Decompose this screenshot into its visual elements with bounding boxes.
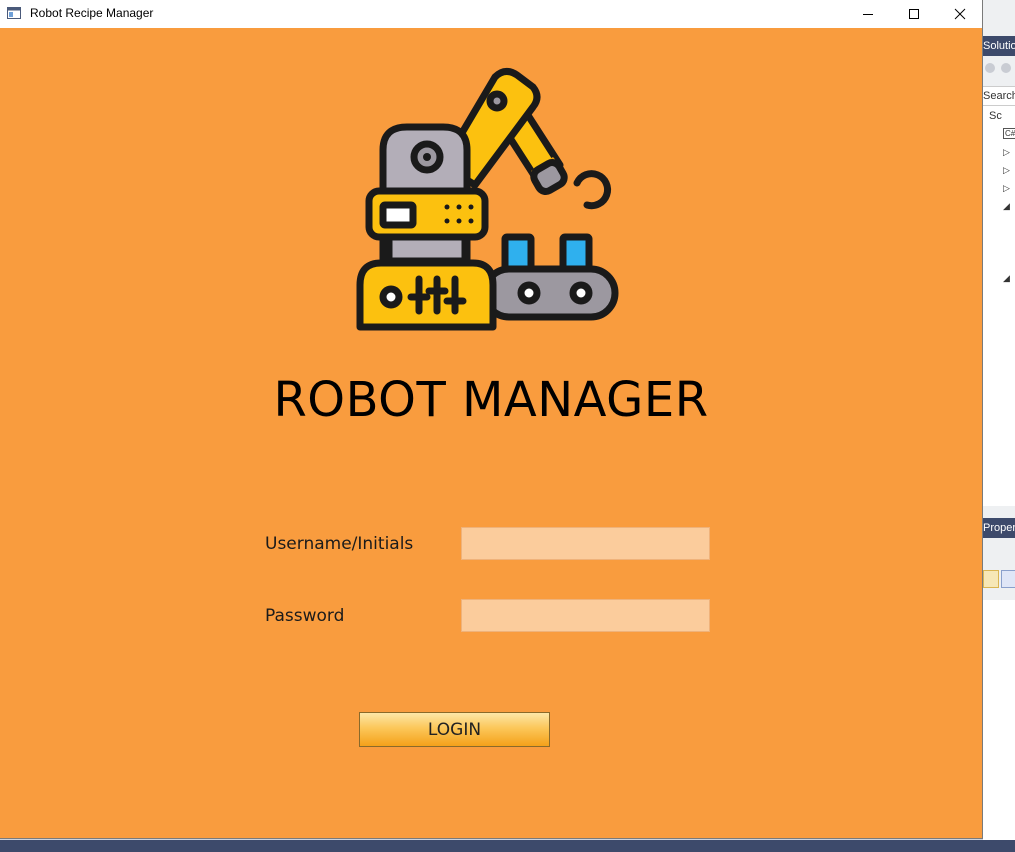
robot-arm-icon: [356, 68, 619, 331]
ide-search-field[interactable]: Search: [983, 86, 1015, 106]
close-button[interactable]: [937, 0, 983, 28]
username-input[interactable]: [461, 527, 710, 560]
solution-explorer-header: Solution: [983, 36, 1015, 56]
minimize-button[interactable]: [845, 0, 891, 28]
properties-title: Properties: [983, 522, 1015, 534]
username-label: Username/Initials: [265, 534, 414, 554]
back-icon[interactable]: [985, 63, 995, 73]
tree-collapse-icon[interactable]: ◢: [1003, 274, 1010, 284]
tree-expander-icon[interactable]: ▷: [1003, 166, 1010, 176]
solution-tree: Sc C# ▷ ▷ ▷ ◢ ◢: [983, 106, 1015, 506]
maximize-icon: [909, 9, 919, 19]
csharp-badge-label: C#: [1005, 129, 1015, 138]
alphabetical-icon[interactable]: [1001, 570, 1015, 588]
tree-expander-icon[interactable]: ▷: [1003, 184, 1010, 194]
csharp-project-icon: C#: [1003, 128, 1015, 139]
title-bar[interactable]: Robot Recipe Manager: [0, 0, 982, 28]
tree-node-label: Sc: [989, 110, 1002, 122]
ide-nav-row: [983, 58, 1015, 80]
password-input[interactable]: [461, 599, 710, 632]
minimize-icon: [863, 14, 873, 15]
properties-header: Properties: [983, 518, 1015, 538]
ide-search-text: Search: [983, 90, 1015, 102]
password-label: Password: [265, 606, 345, 626]
categorized-icon[interactable]: [983, 570, 999, 588]
window-title: Robot Recipe Manager: [30, 6, 154, 20]
tree-node-solution[interactable]: Sc: [989, 110, 1002, 122]
taskbar-strip: [0, 840, 1015, 852]
forward-icon[interactable]: [1001, 63, 1011, 73]
tree-expander-icon[interactable]: ▷: [1003, 148, 1010, 158]
app-icon: [7, 7, 21, 19]
solution-explorer-title: Solution: [983, 40, 1015, 52]
tree-collapse-icon[interactable]: ◢: [1003, 202, 1010, 212]
properties-toolbar: [983, 566, 1015, 592]
properties-grid: [983, 600, 1015, 840]
login-button[interactable]: LOGIN: [359, 712, 550, 747]
app-window: Robot Recipe Manager ROBOT MANAGER Usern…: [0, 0, 983, 839]
background-ide-panel: Solution Search Sc C# ▷ ▷ ▷ ◢ ◢ Properti…: [983, 0, 1015, 852]
maximize-button[interactable]: [891, 0, 937, 28]
app-heading: ROBOT MANAGER: [273, 372, 709, 428]
close-icon: [954, 8, 966, 20]
